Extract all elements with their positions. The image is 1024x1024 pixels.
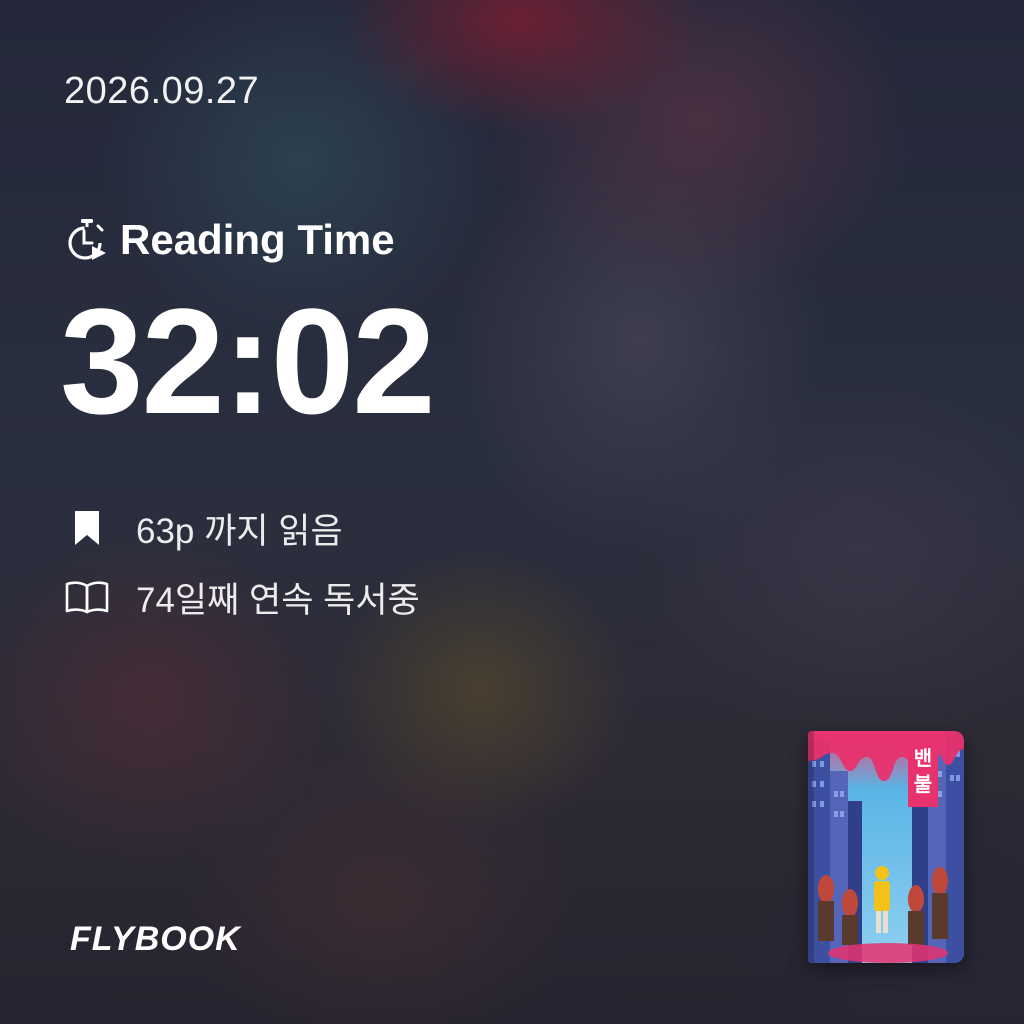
reading-time-value: 32:02 bbox=[60, 277, 436, 445]
book-cover-image: 밴 불 bbox=[808, 731, 964, 963]
pages-read-stat: 63p 까지 읽음 bbox=[64, 504, 343, 552]
bookmark-icon bbox=[64, 505, 110, 551]
reading-date: 2026.09.27 bbox=[64, 70, 260, 112]
svg-text:밴: 밴 bbox=[914, 746, 932, 770]
svg-text:불: 불 bbox=[914, 772, 932, 796]
stopwatch-play-icon bbox=[64, 217, 110, 263]
pages-read-text: 63p 까지 읽음 bbox=[136, 511, 343, 551]
reading-streak-text: 74일째 연속 독서중 bbox=[136, 580, 420, 620]
open-book-icon bbox=[64, 574, 110, 620]
flybook-logo: FLYBOOK bbox=[70, 920, 241, 958]
reading-time-header: Reading Time bbox=[64, 212, 395, 268]
reading-streak-stat: 74일째 연속 독서중 bbox=[64, 573, 420, 621]
reading-time-label: Reading Time bbox=[120, 216, 395, 263]
reading-record-card: 2026.09.27 Reading Time 32:02 63p 까지 읽음 bbox=[0, 0, 1024, 1024]
